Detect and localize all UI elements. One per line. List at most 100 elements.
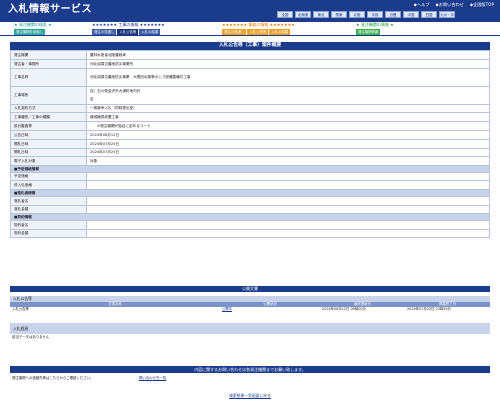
region-tab[interactable]: 四国 — [421, 11, 437, 18]
contact-list-link[interactable]: 問い合わせ先一覧 — [139, 376, 166, 380]
detail-panel: 入札公告等（工事）案件概要 発注機関 農林水産省北陸農政局 発注者・事務所 河北潟周… — [10, 42, 490, 239]
table-row: 開札日時 2024年07月25日 — [10, 138, 490, 149]
row-value: 河北潟周辺農地防災事業 大根田水路等ポンプ設備整備付工事 — [86, 67, 490, 87]
region-tab[interactable]: 全国 — [277, 11, 293, 18]
public-documents: 公開文書 入札公告等 文書名称 公開状況 最終更新日 掲載終了日 入札公告等 公… — [10, 286, 490, 312]
document-end: 2024年07月25日 23時59分 — [407, 306, 451, 311]
table-row: 公告日時 2024年06月12日 — [10, 129, 490, 140]
table-row: 落札者名 — [10, 195, 490, 206]
bid-results: 入札経過 該当データはありません — [10, 323, 490, 340]
document-name: 入札公告等 — [12, 306, 29, 311]
header: 入札情報サービス ◆ヘルプ ◆お問い合わせ ◆全国版TOP 全国 北海道 東北 … — [0, 0, 500, 24]
nav-group-works: ★★★★★★★ 工事の情報 ★★★★★★★ 発注の見通し 入札公告等 入札の結果 — [92, 22, 165, 35]
table-row: 契約金額 — [10, 228, 490, 239]
table-row: 設計審査等 ※発注機関が独自に定めるコード — [10, 121, 490, 131]
row-value — [86, 228, 490, 239]
help-link[interactable]: ◆ヘルプ — [414, 2, 430, 7]
contact-text: 発注機関への連絡先等はこちらからご確認ください。 — [12, 376, 94, 380]
region-tab[interactable]: 北海道 — [295, 11, 311, 18]
tab-works-notice[interactable]: 入札公告等 — [117, 28, 139, 35]
region-tab[interactable]: 中国 — [403, 11, 419, 18]
table-row: 工事種別／工事の種類 機械器具設置工事 — [10, 112, 490, 123]
row-value: 河北潟周辺農地防災事業所 — [86, 58, 490, 69]
row-value — [86, 195, 490, 206]
location-from: 自）石川県金沢市大浦町地内外 — [90, 89, 141, 94]
top-links: ◆ヘルプ ◆お問い合わせ ◆全国版TOP — [414, 2, 494, 7]
region-tab[interactable]: 九州・沖縄 — [439, 11, 455, 24]
table-row: 電子入札対象 対象 — [10, 156, 490, 167]
nav-group-title: ★ 発注機関の情報 ★ — [356, 22, 394, 27]
row-value: 対象 — [86, 156, 490, 167]
location-to: 至 — [90, 96, 94, 101]
table-row: 工事場所 自）石川県金沢市大浦町地内外至 — [10, 85, 490, 105]
tab-services-notice[interactable]: 入札公告等 — [247, 28, 269, 35]
results-group-title: 入札経過 — [10, 323, 490, 334]
row-value: 機械器具設置工事 — [86, 112, 490, 123]
table-row: 工事名称 河北潟周辺農地防災事業 大根田水路等ポンプ設備整備付工事 — [10, 67, 490, 87]
row-value: 2024年07月25日 — [86, 147, 490, 158]
row-label: 契約金額 — [10, 228, 87, 239]
row-label: 落札者名 — [10, 195, 87, 206]
row-label: 発注者・事務所 — [10, 58, 87, 69]
tab-org-info[interactable]: 発注機関情報 — [356, 28, 381, 35]
row-value — [86, 219, 490, 230]
row-label: 電子入札対象 — [10, 156, 87, 167]
row-label: 低入札価格 — [10, 180, 87, 191]
region-tab[interactable]: 関東 — [331, 11, 347, 18]
national-top-link[interactable]: ◆全国版TOP — [470, 2, 494, 7]
table-row: 低入札価格 — [10, 180, 490, 191]
row-label: 工事場所 — [10, 85, 87, 105]
tab-services-result[interactable]: 入札の結果 — [269, 28, 291, 35]
table-row: 開札日時 2024年07月25日 — [10, 147, 490, 158]
row-value — [86, 204, 490, 215]
row-value: 一般競争入札（同時提出型） — [86, 103, 490, 114]
detail-table: 発注機関 農林水産省北陸農政局 発注者・事務所 河北潟周辺農地防災事業所 工事名称河… — [10, 50, 490, 239]
document-status-link[interactable]: 公開中 — [220, 307, 320, 312]
table-row: 契約者名 — [10, 219, 490, 230]
row-label: 開札日時 — [10, 147, 87, 158]
tab-works-outlook[interactable]: 発注の見通し — [92, 28, 117, 35]
row-label: 公告日時 — [10, 129, 87, 140]
contact-bar: 内容に関するお問い合わせは各発注機関までお願い致します。 — [10, 366, 490, 373]
tab-works-result[interactable]: 入札の結果 — [139, 28, 161, 35]
tab-services-outlook[interactable]: 発注の見通し — [222, 28, 247, 35]
documents-bar: 公開文書 — [10, 286, 490, 292]
main-nav: ★ 発注機関の検索 ★ 発注機関を検索し ★★★★★★★ 工事の情報 ★★★★★… — [0, 22, 500, 36]
region-tab[interactable]: 北陸 — [349, 11, 365, 18]
row-label: 工事種別／工事の種類 — [10, 112, 87, 123]
table-row: 発注者・事務所 河北潟周辺農地防災事業所 — [10, 58, 490, 69]
footer: 検索結果一覧画面に戻る — [0, 393, 500, 399]
region-tab[interactable]: 近畿 — [385, 11, 401, 18]
row-label: 予定価格 — [10, 171, 87, 182]
row-value: 農林水産省北陸農政局 — [86, 50, 490, 60]
app-title: 入札情報サービス — [8, 4, 92, 15]
table-row: 落札金額 — [10, 204, 490, 215]
nav-group-title: ★★★★★★★ 工事の情報 ★★★★★★★ — [92, 22, 165, 27]
row-value: 2024年07月25日 — [86, 138, 490, 149]
nav-group-title: ★ 発注機関の検索 ★ — [14, 22, 52, 27]
row-label: 発注機関 — [10, 50, 87, 60]
row-label: 開札日時 — [10, 138, 87, 149]
row-value — [86, 171, 490, 182]
row-value — [86, 180, 490, 191]
nav-group-title: ★★★★★★★ 業務の情報 ★★★★★★★ — [222, 22, 295, 27]
region-tab[interactable]: 東北 — [313, 11, 329, 18]
tab-org-search[interactable]: 発注機関を検索し — [14, 28, 46, 35]
contact-link[interactable]: ◆お問い合わせ — [435, 2, 463, 7]
row-value: ※発注機関が独自に定めるコード — [86, 121, 490, 131]
table-row: 入札公告等 公開中 2024年06月12日 09時00分 2024年07月25日… — [10, 307, 490, 312]
document-updated: 2024年06月12日 09時00分 — [322, 306, 366, 311]
table-row: 予定価格 — [10, 171, 490, 182]
row-label: 落札金額 — [10, 204, 87, 215]
contact-section: 内容に関するお問い合わせは各発注機関までお願い致します。 発注機関への連絡先等は… — [10, 366, 490, 383]
nav-group-org-search: ★ 発注機関の検索 ★ 発注機関を検索し — [14, 22, 52, 35]
back-to-results-link[interactable]: 検索結果一覧画面に戻る — [229, 393, 271, 398]
row-label: 入札契約方式 — [10, 103, 87, 114]
region-tab[interactable]: 中部 — [367, 11, 383, 18]
table-row: 発注機関 農林水産省北陸農政局 — [10, 50, 490, 60]
nav-group-services: ★★★★★★★ 業務の情報 ★★★★★★★ 発注の見通し 入札公告等 入札の結果 — [222, 22, 295, 35]
contact-row: 発注機関への連絡先等はこちらからご確認ください。 問い合わせ先一覧 — [10, 373, 490, 383]
nav-group-org-info: ★ 発注機関の情報 ★ 発注機関情報 — [356, 22, 394, 35]
page-title: 入札公告等（工事）案件概要 — [10, 42, 490, 50]
table-row: 入札契約方式 一般競争入札（同時提出型） — [10, 103, 490, 114]
